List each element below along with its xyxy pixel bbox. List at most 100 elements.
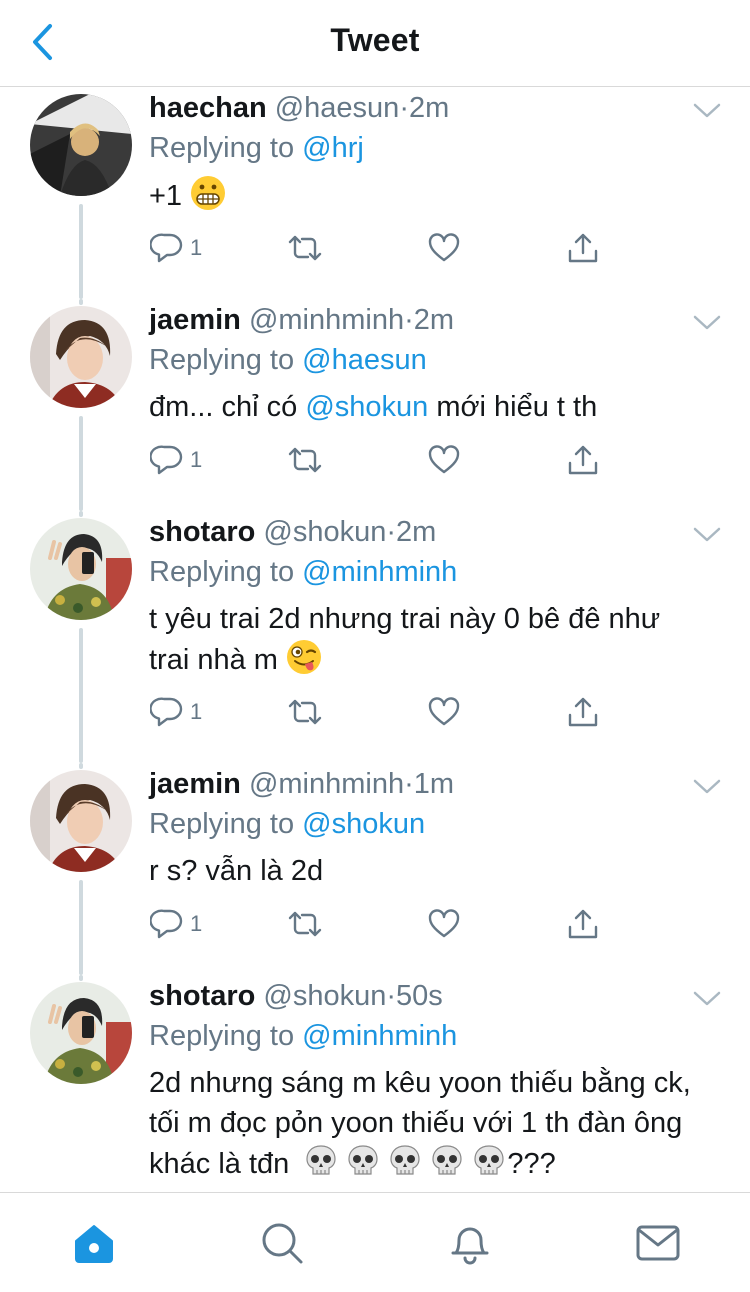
separator-dot: · — [386, 516, 397, 548]
tweet-text: 2d nhưng sáng m kêu yoon thiếu bằng ck, … — [149, 1063, 739, 1184]
avatar[interactable] — [30, 518, 132, 620]
user-handle[interactable]: @haesun — [275, 92, 400, 124]
reply-bubble-icon — [150, 233, 183, 263]
replying-to: Replying to @hrj — [149, 134, 364, 163]
tweet-text-tail: ??? — [507, 1148, 556, 1180]
tweet-item[interactable]: haechan @haesun·2m Replying to @hrj +1 1 — [0, 87, 750, 299]
like-button[interactable] — [427, 904, 461, 944]
share-button[interactable] — [566, 692, 600, 732]
tweet-item[interactable]: jaemin @minhminh·1m Replying to @shokun … — [0, 763, 750, 975]
reply-mention-link[interactable]: @shokun — [302, 808, 425, 840]
tab-search[interactable] — [252, 1213, 312, 1273]
tweet-text-line-content: trai nhà m — [149, 644, 278, 676]
search-icon — [262, 1223, 303, 1264]
display-name[interactable]: shotaro — [149, 980, 255, 1012]
reply-button[interactable]: 1 — [150, 228, 202, 268]
display-name[interactable]: jaemin — [149, 304, 241, 336]
tweet-text-line-content: khác là tđn — [149, 1148, 290, 1180]
replying-to-label: Replying to — [149, 1020, 295, 1052]
tab-notifications[interactable] — [440, 1213, 500, 1273]
chevron-down-icon[interactable] — [692, 525, 722, 545]
retweet-icon — [288, 235, 322, 261]
reply-count: 1 — [190, 911, 203, 936]
replying-to-label: Replying to — [149, 344, 295, 376]
separator-dot: · — [404, 304, 414, 336]
tweet-header: shotaro @shokun·2m — [149, 518, 436, 547]
share-button[interactable] — [566, 904, 600, 944]
thread-connector — [79, 763, 83, 769]
avatar[interactable] — [30, 770, 132, 872]
user-handle[interactable]: @minhminh — [249, 304, 404, 336]
replying-to: Replying to @minhminh — [149, 558, 457, 587]
inline-mention-link[interactable]: @shokun — [305, 391, 428, 423]
like-button[interactable] — [427, 440, 461, 480]
tweet-item[interactable]: shotaro @shokun·2m Replying to @minhminh… — [0, 511, 750, 763]
replying-to: Replying to @haesun — [149, 346, 427, 375]
heart-icon — [428, 233, 460, 262]
reply-button[interactable]: 1 — [150, 692, 202, 732]
reply-mention-link[interactable]: @hrj — [302, 132, 364, 164]
heart-icon — [428, 697, 460, 726]
tab-messages[interactable] — [628, 1213, 688, 1273]
replying-to-label: Replying to — [149, 556, 295, 588]
tweet-item[interactable]: shotaro @shokun·50s Replying to @minhmin… — [0, 975, 750, 1193]
avatar[interactable] — [30, 306, 132, 408]
notifications-bell-icon — [451, 1227, 489, 1265]
tweet-text-line: t yêu trai 2d nhưng trai này 0 bê đê như — [149, 603, 661, 635]
thread-connector — [79, 511, 83, 517]
like-button[interactable] — [427, 228, 461, 268]
tweet-text-content: +1 — [149, 180, 183, 212]
share-button[interactable] — [566, 440, 600, 480]
skull-emoji — [390, 1145, 420, 1175]
tweet-text-pre: đm... chỉ có — [149, 391, 306, 423]
thread-feed[interactable]: haechan @haesun·2m Replying to @hrj +1 1… — [0, 87, 750, 1193]
grimacing-face-emoji — [191, 176, 226, 210]
chevron-down-icon[interactable] — [692, 777, 722, 797]
avatar[interactable] — [30, 982, 132, 1084]
tweet-text: t yêu trai 2d nhưng trai này 0 bê đê như… — [149, 599, 729, 680]
page-title: Tweet — [330, 22, 420, 58]
user-handle[interactable]: @minhminh — [249, 768, 404, 800]
tweet-time: 2m — [413, 304, 455, 336]
retweet-button[interactable] — [286, 228, 324, 268]
heart-icon — [428, 909, 460, 938]
reply-mention-link[interactable]: @minhminh — [302, 556, 457, 588]
chevron-down-icon[interactable] — [692, 101, 722, 121]
like-button[interactable] — [427, 692, 461, 732]
replying-to: Replying to @shokun — [149, 810, 425, 839]
retweet-icon — [288, 911, 322, 937]
display-name[interactable]: jaemin — [149, 768, 241, 800]
retweet-button[interactable] — [286, 692, 324, 732]
tweet-actions: 1 — [150, 228, 610, 268]
reply-bubble-icon — [150, 697, 183, 727]
home-icon — [75, 1225, 113, 1263]
retweet-button[interactable] — [286, 440, 324, 480]
thread-connector — [79, 416, 83, 511]
display-name[interactable]: shotaro — [149, 516, 255, 548]
user-handle[interactable]: @shokun — [263, 516, 386, 548]
reply-button[interactable]: 1 — [150, 904, 202, 944]
reply-bubble-icon — [150, 445, 183, 475]
tweet-actions: 1 — [150, 440, 610, 480]
thread-connector — [79, 204, 83, 299]
reply-mention-link[interactable]: @haesun — [302, 344, 427, 376]
tab-home[interactable] — [64, 1213, 124, 1273]
top-nav-bar: Tweet — [0, 0, 750, 87]
separator-dot: · — [386, 980, 397, 1012]
bottom-tab-bar — [0, 1192, 750, 1292]
reply-mention-link[interactable]: @minhminh — [302, 1020, 457, 1052]
reply-button[interactable]: 1 — [150, 440, 202, 480]
tweet-item[interactable]: jaemin @minhminh·2m Replying to @haesun … — [0, 299, 750, 511]
reply-count: 1 — [190, 447, 203, 472]
retweet-button[interactable] — [286, 904, 324, 944]
replying-to-label: Replying to — [149, 808, 295, 840]
heart-icon — [428, 445, 460, 474]
chevron-down-icon[interactable] — [692, 313, 722, 333]
share-button[interactable] — [566, 228, 600, 268]
tweet-text-line: khác là tđn ??? — [149, 1143, 739, 1184]
avatar[interactable] — [30, 94, 132, 196]
thread-connector — [79, 975, 83, 981]
chevron-down-icon[interactable] — [692, 989, 722, 1009]
display-name[interactable]: haechan — [149, 92, 267, 124]
user-handle[interactable]: @shokun — [263, 980, 386, 1012]
